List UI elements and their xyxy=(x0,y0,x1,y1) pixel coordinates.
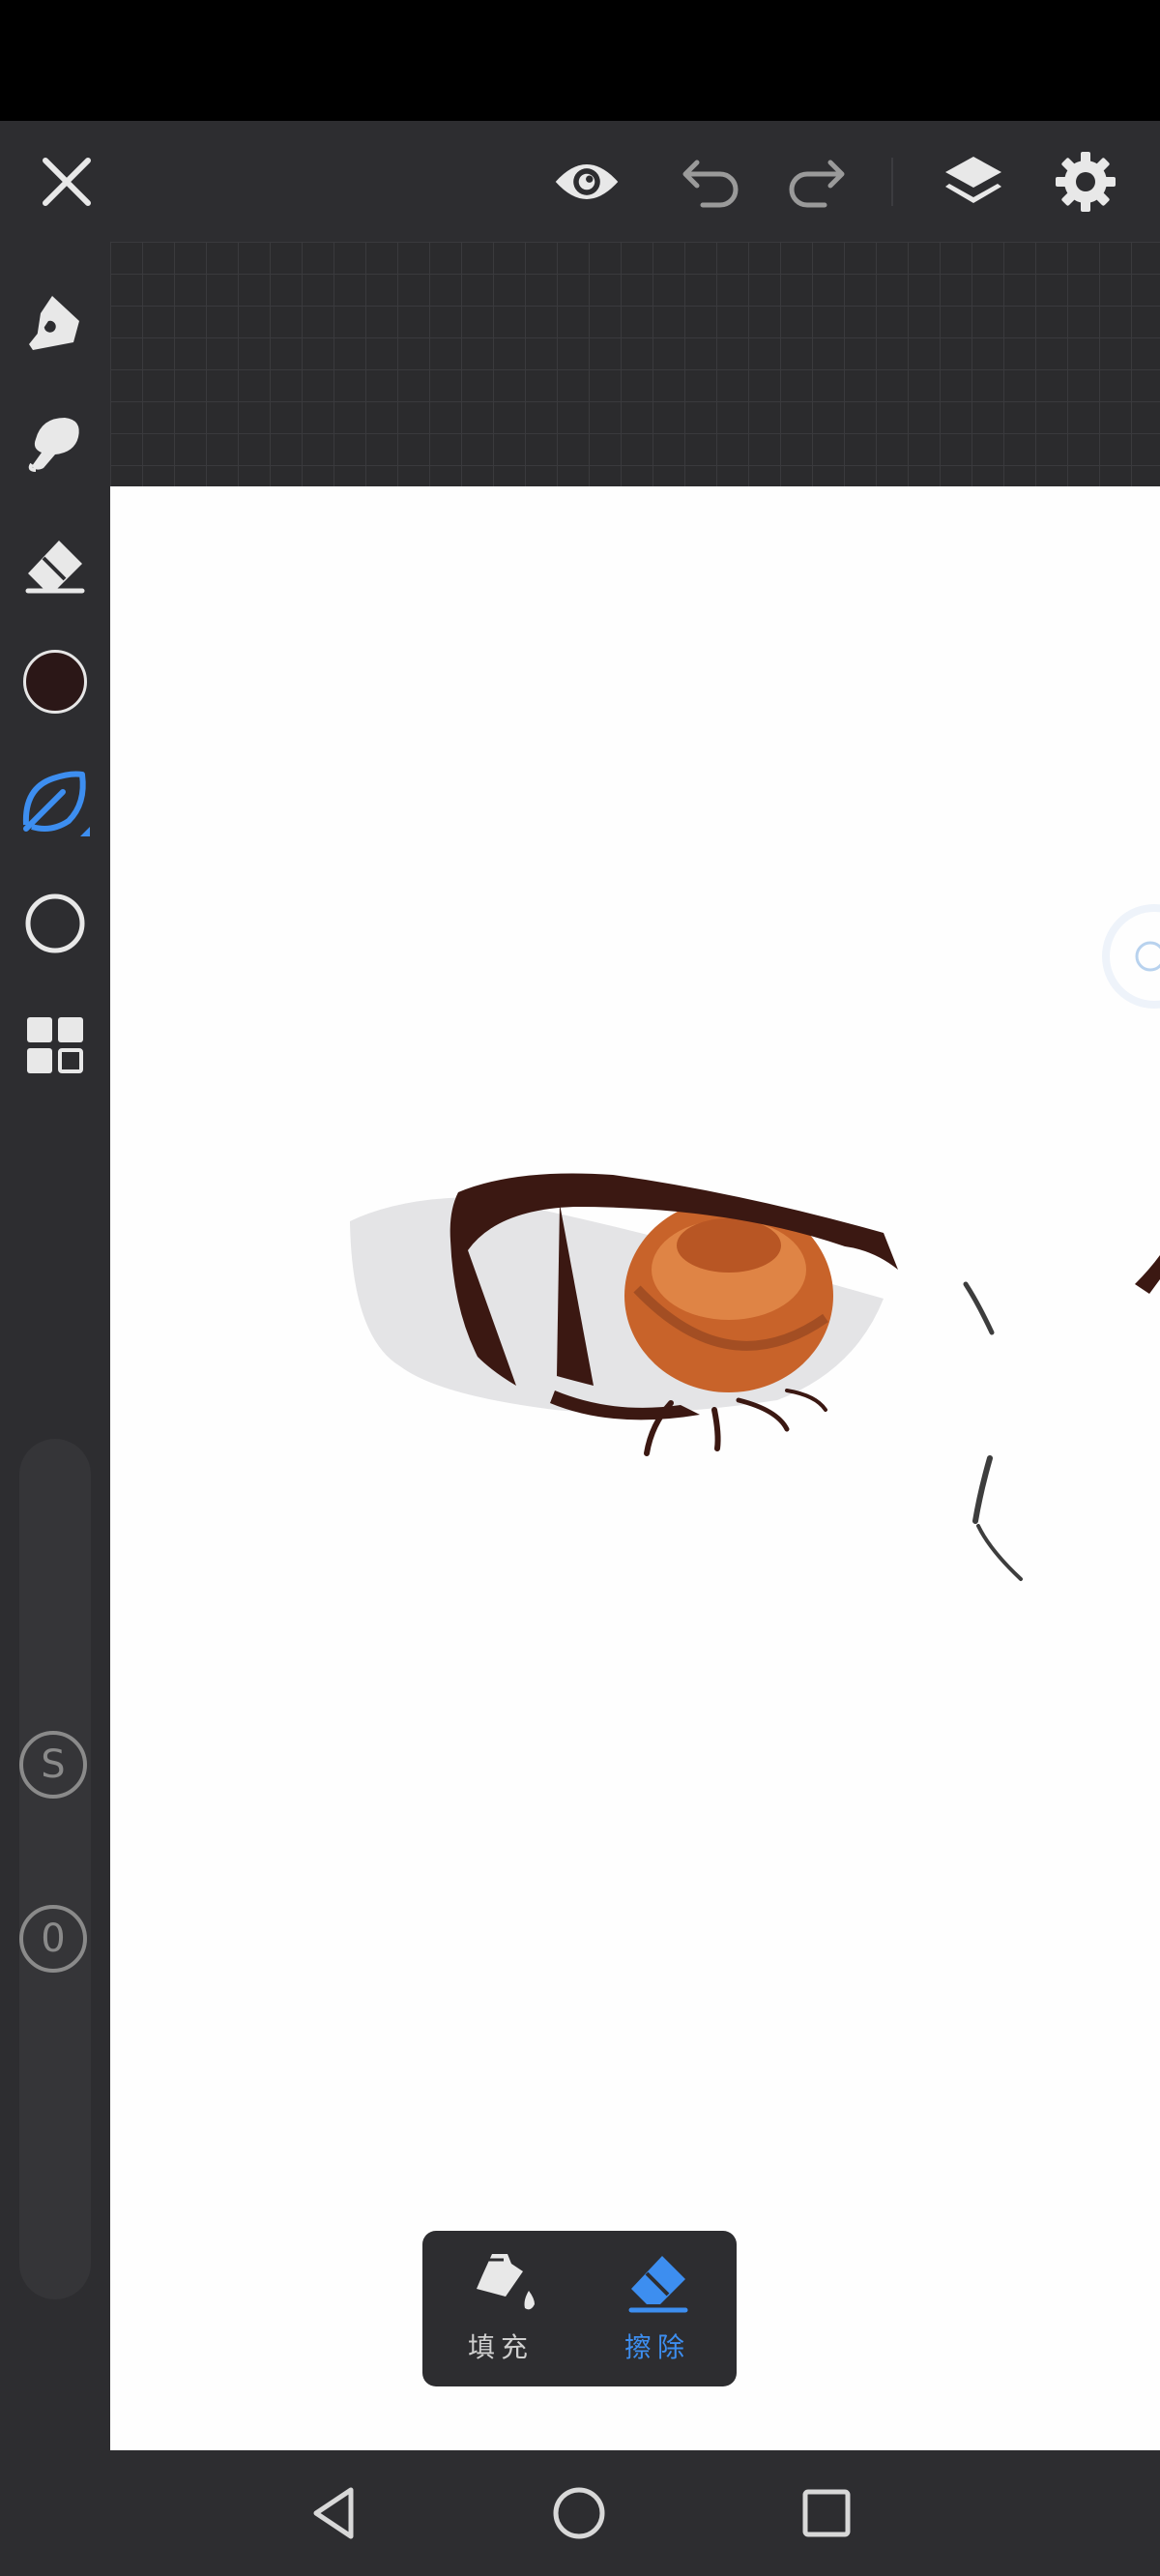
smudge-tool-button[interactable] xyxy=(12,398,99,485)
undo-icon xyxy=(682,160,739,208)
layers-button[interactable] xyxy=(940,150,1007,214)
redo-button[interactable] xyxy=(781,150,849,214)
brush-tool-button[interactable] xyxy=(12,758,99,845)
erase-button[interactable]: 擦除 xyxy=(579,2231,736,2386)
color-swatch xyxy=(23,650,87,714)
pen-tool-button[interactable] xyxy=(12,280,99,367)
eraser-tool-button[interactable] xyxy=(12,522,99,609)
pen-tool-icon xyxy=(29,296,79,350)
brush-leaf-icon xyxy=(22,771,90,836)
recents-icon xyxy=(802,2489,851,2537)
nav-back-button[interactable] xyxy=(298,2477,369,2549)
nav-home-button[interactable] xyxy=(543,2477,615,2549)
settings-button[interactable] xyxy=(1052,150,1119,214)
fill-button[interactable]: 填充 xyxy=(422,2231,579,2386)
fill-erase-popup: 填充 擦除 xyxy=(422,2231,737,2386)
brush-opacity-slider[interactable]: 0 xyxy=(19,1905,87,1973)
grid-menu-icon xyxy=(27,1017,83,1073)
eraser-icon xyxy=(628,2256,688,2313)
shape-circle-icon xyxy=(25,893,85,953)
status-bar xyxy=(0,0,1160,121)
artwork-eye-drawing xyxy=(350,904,1160,1581)
layers-icon xyxy=(945,157,1001,203)
undo-button[interactable] xyxy=(679,150,746,214)
gear-icon xyxy=(1056,152,1116,212)
erase-label: 擦除 xyxy=(624,2331,690,2363)
paint-bucket-icon xyxy=(477,2254,535,2310)
size-label: S xyxy=(41,1742,66,1787)
smudge-tool-icon xyxy=(28,418,79,472)
opacity-label: 0 xyxy=(41,1917,66,1961)
fill-label: 填充 xyxy=(467,2331,534,2363)
shape-tool-button[interactable] xyxy=(12,880,99,967)
nav-recents-button[interactable] xyxy=(791,2477,862,2549)
more-tools-button[interactable] xyxy=(12,1002,99,1089)
redo-icon xyxy=(789,160,845,208)
eye-icon xyxy=(555,164,619,199)
preview-button[interactable] xyxy=(553,150,621,214)
canvas-background-grid xyxy=(110,242,1160,486)
close-icon xyxy=(43,158,91,206)
back-icon xyxy=(313,2487,354,2539)
toolbar-divider xyxy=(891,158,893,206)
brush-size-slider-track[interactable] xyxy=(19,1439,91,2299)
eraser-icon xyxy=(25,541,85,594)
brush-size-slider[interactable]: S xyxy=(19,1731,87,1799)
drawing-canvas[interactable] xyxy=(110,486,1160,2450)
close-button[interactable] xyxy=(33,150,101,214)
home-icon xyxy=(553,2487,605,2539)
color-picker-button[interactable] xyxy=(12,638,99,725)
